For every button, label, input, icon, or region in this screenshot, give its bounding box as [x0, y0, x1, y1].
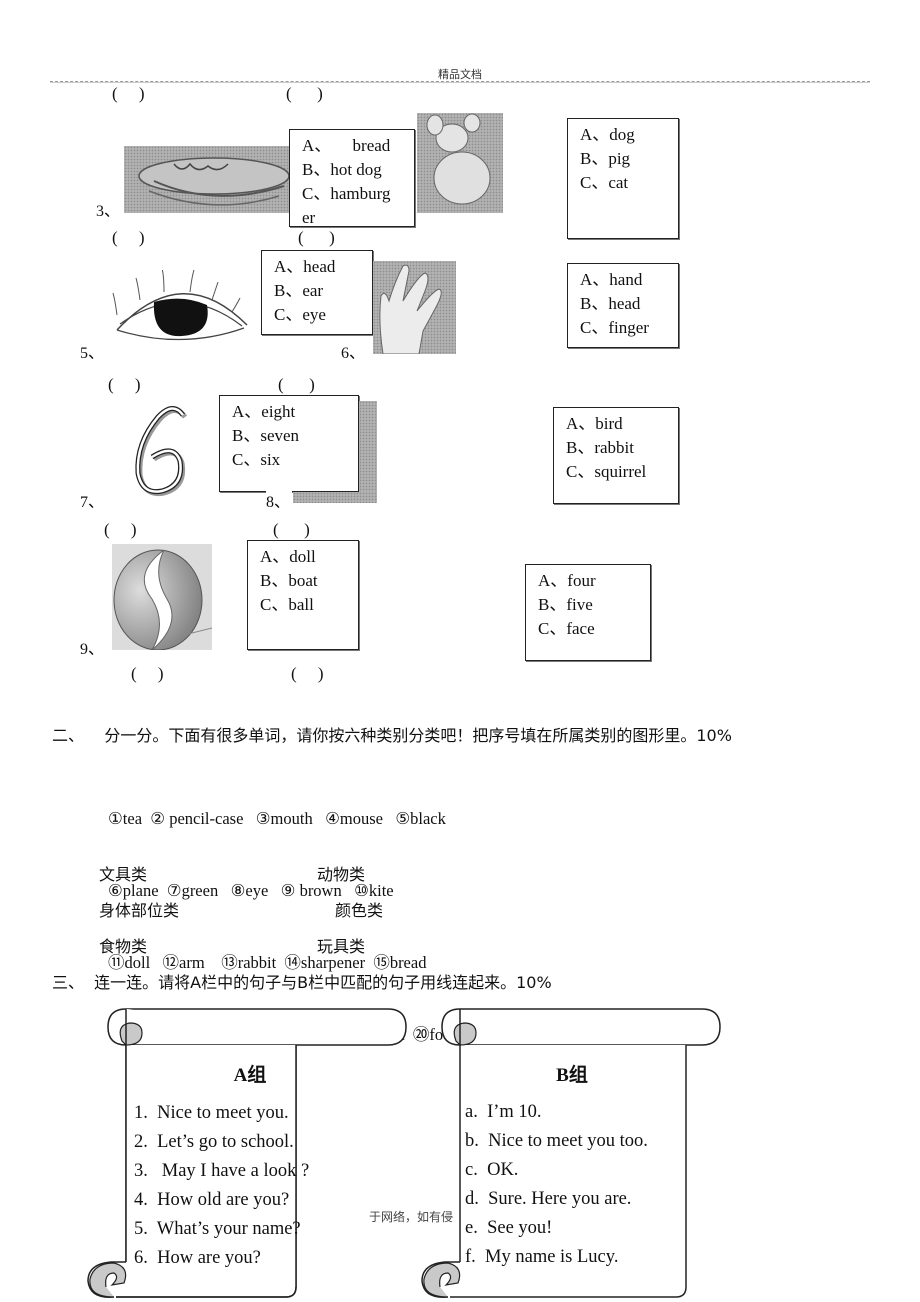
answer-bracket: ( ) [112, 84, 145, 103]
answer-bracket: ( ) [273, 520, 310, 539]
option: B、five [538, 595, 593, 614]
hand-image [373, 261, 456, 354]
option: er [302, 208, 316, 227]
question-number: 7、 [80, 494, 105, 511]
squirrel-image-right [359, 401, 377, 503]
section-2-title: 二、 分一分。下面有很多单词，请你按六种类别分类吧！把序号填在所属类别的图形里。… [52, 726, 732, 745]
options-box-10: A、four B、five C、face [525, 564, 651, 661]
option: C、cat [580, 173, 629, 192]
category-animals: 动物类 [317, 865, 366, 884]
option: C、ball [260, 595, 314, 614]
group-a-sentence[interactable]: 3. May I have a look ? [134, 1157, 309, 1186]
option: C、face [538, 619, 595, 638]
group-b-sentence[interactable]: f. My name is Lucy. [465, 1243, 648, 1272]
page-header-title: 精品文档 [438, 68, 482, 81]
option: B、seven [232, 426, 300, 445]
group-a-sentence[interactable]: 4. How old are you? [134, 1186, 309, 1215]
category-food: 食物类 [99, 937, 148, 956]
answer-bracket: ( ) [278, 375, 315, 394]
option: A、 bread [302, 136, 391, 155]
option: A、bird [566, 414, 623, 433]
group-b-sentence[interactable]: d. Sure. Here you are. [465, 1185, 648, 1214]
answer-bracket: ( ) [108, 375, 141, 394]
options-box-4: A、dog B、pig C、cat [567, 118, 679, 239]
category-toys: 玩具类 [317, 937, 366, 956]
group-a-sentence[interactable]: 2. Let’s go to school. [134, 1128, 309, 1157]
option: A、four [538, 571, 596, 590]
options-box-3: A、 bread B、hot dog C、hamburg er [289, 129, 415, 227]
question-number: 3、 [96, 203, 121, 220]
answer-bracket: ( ) [112, 228, 145, 247]
option: B、hot dog [302, 160, 382, 179]
option: C、six [232, 450, 281, 469]
ball-image [112, 544, 213, 651]
options-box-6: A、hand B、head C、finger [567, 263, 679, 348]
option: A、dog [580, 125, 635, 144]
eye-image [112, 267, 252, 346]
hot-dog-image [124, 146, 294, 213]
option: C、eye [274, 305, 326, 324]
options-box-9: A、doll B、boat C、ball [247, 540, 359, 650]
option: B、boat [260, 571, 318, 590]
group-a-title: A组 [233, 1065, 267, 1086]
category-stationery: 文具类 [99, 865, 148, 884]
option: B、ear [274, 281, 324, 300]
answer-bracket: ( ) [286, 84, 323, 103]
group-b-sentence[interactable]: c. OK. [465, 1156, 648, 1185]
question-number: 6、 [341, 345, 366, 362]
group-b-title: B组 [556, 1065, 588, 1086]
option: B、pig [580, 149, 631, 168]
question-number: 5、 [80, 345, 105, 362]
option: A、hand [580, 270, 643, 289]
group-b-sentence[interactable]: a. I’m 10. [465, 1098, 648, 1127]
group-b-sentence[interactable]: b. Nice to meet you too. [465, 1127, 648, 1156]
group-b-list: a. I’m 10. b. Nice to meet you too. c. O… [465, 1098, 648, 1272]
option: C、finger [580, 318, 649, 337]
option: C、hamburg [302, 184, 391, 203]
answer-bracket: ( ) [298, 228, 335, 247]
options-box-5: A、head B、ear C、eye [261, 250, 373, 335]
squirrel-image-bottom [293, 492, 377, 503]
options-box-7: A、eight B、seven C、six [219, 395, 359, 492]
group-b-sentence[interactable]: e. See you! [465, 1214, 648, 1243]
header-divider [50, 81, 870, 83]
option: A、head [274, 257, 336, 276]
group-a-sentence[interactable]: 5. What’s your name? [134, 1215, 309, 1244]
question-number: 8、 [266, 488, 293, 512]
category-colors: 颜色类 [335, 901, 384, 920]
word-line: ①tea ② pencil-case ③mouth ④mouse ⑤black [108, 809, 446, 828]
group-a-list: 1. Nice to meet you. 2. Let’s go to scho… [134, 1099, 309, 1273]
group-a-sentence[interactable]: 6. How are you? [134, 1244, 309, 1273]
option: A、doll [260, 547, 316, 566]
question-number: 9、 [80, 641, 105, 658]
pig-image [417, 113, 503, 213]
option: B、rabbit [566, 438, 634, 457]
group-a-sentence[interactable]: 1. Nice to meet you. [134, 1099, 309, 1128]
answer-bracket: ( ) [104, 520, 137, 539]
section-3-title: 三、 连一连。请将A栏中的句子与B栏中匹配的句子用线连起来。10% [52, 973, 552, 992]
answer-bracket: ( ) [131, 664, 164, 683]
option: C、squirrel [566, 462, 647, 481]
option: B、head [580, 294, 641, 313]
options-box-8: A、bird B、rabbit C、squirrel [553, 407, 679, 504]
answer-bracket: ( ) [291, 664, 324, 683]
number-six-image [128, 403, 200, 498]
category-body-parts: 身体部位类 [99, 901, 180, 920]
option: A、eight [232, 402, 296, 421]
